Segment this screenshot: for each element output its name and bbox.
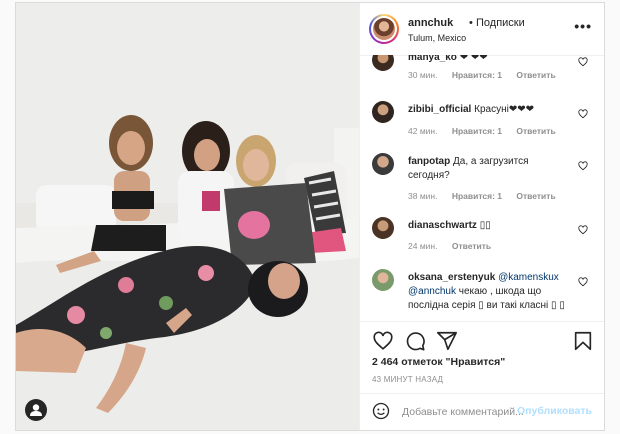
comment-meta: 30 мин. Нравится: 1 Ответить	[408, 70, 568, 80]
comment-item: fanpotap Да, а загрузится сегодня? 38 ми…	[372, 153, 594, 203]
comment-body: fanpotap Да, а загрузится сегодня?	[408, 155, 566, 183]
post-location[interactable]: Tulum, Mexico	[408, 33, 466, 43]
comment-text-tail: ▯	[559, 300, 565, 311]
share-icon[interactable]	[436, 330, 458, 352]
following-button[interactable]: Подписки	[476, 17, 525, 29]
reply-button[interactable]: Ответить	[516, 70, 555, 80]
comment-time: 42 мин.	[408, 126, 438, 136]
like-comment-icon[interactable]	[578, 277, 588, 287]
commenter-username[interactable]: manya_ko	[408, 55, 457, 63]
bookmark-icon[interactable]	[572, 330, 594, 352]
commenter-avatar[interactable]	[372, 55, 394, 71]
comment-item: oksana_erstenyuk @kamenskux @annchuk чек…	[372, 269, 594, 321]
reply-button[interactable]: Ответить	[452, 241, 491, 251]
comment-body: zibibi_official Красуні❤❤❤	[408, 103, 566, 117]
post-time[interactable]: 43 МИНУТ НАЗАД	[372, 375, 443, 384]
comment-likes[interactable]: Нравится: 1	[452, 70, 502, 80]
comment-time: 30 мин.	[408, 70, 438, 80]
comment-body: manya_ko ❤ ❤❤	[408, 55, 566, 65]
user-tag-button[interactable]	[25, 399, 47, 421]
commenter-username[interactable]: oksana_erstenyuk	[408, 272, 495, 283]
photo-illustration	[16, 3, 359, 430]
comments-list[interactable]: manya_ko ❤ ❤❤ 30 мин. Нравится: 1 Ответи…	[360, 55, 604, 321]
header-separator: •	[469, 17, 473, 29]
reply-button[interactable]: Ответить	[516, 126, 555, 136]
comment-item: manya_ko ❤ ❤❤ 30 мин. Нравится: 1 Ответи…	[372, 55, 594, 89]
like-comment-icon[interactable]	[578, 109, 588, 119]
like-comment-icon[interactable]	[578, 225, 588, 235]
commenter-username[interactable]: zibibi_official	[408, 104, 471, 115]
commenter-avatar[interactable]	[372, 101, 394, 123]
emoji-icon[interactable]	[372, 402, 390, 420]
comment-icon[interactable]	[404, 330, 426, 352]
post-side-panel: annchuk • Подписки Tulum, Mexico ••• man…	[359, 3, 604, 430]
comment-mention[interactable]: @annchuk	[408, 286, 456, 297]
user-tag-icon	[30, 404, 42, 416]
post-photo[interactable]	[16, 3, 359, 430]
commenter-username[interactable]: dianaschwartz	[408, 220, 477, 231]
commenter-avatar[interactable]	[372, 153, 394, 175]
publish-button[interactable]: Опубликовать	[517, 405, 592, 417]
comment-meta: 38 мин. Нравится: 1 Ответить	[408, 191, 568, 201]
commenter-username[interactable]: fanpotap	[408, 156, 450, 167]
comment-item: dianaschwartz ▯▯ 24 мин. Ответить	[372, 217, 594, 257]
author-avatar[interactable]	[369, 14, 399, 44]
add-comment-bar: Опубликовать	[360, 393, 604, 430]
more-options-button[interactable]: •••	[574, 18, 592, 34]
author-username[interactable]: annchuk	[408, 17, 453, 29]
post-actions: 2 464 отметок "Нравится" 43 МИНУТ НАЗАД	[360, 321, 604, 402]
comment-meta: 42 мин. Нравится: 1 Ответить	[408, 126, 568, 136]
comment-likes[interactable]: Нравится: 1	[452, 126, 502, 136]
comment-meta: 24 мин. Ответить	[408, 241, 503, 251]
instagram-post: annchuk • Подписки Tulum, Mexico ••• man…	[15, 2, 605, 431]
comment-item: zibibi_official Красуні❤❤❤ 42 мин. Нрави…	[372, 101, 594, 141]
comment-text: Красуні❤❤❤	[474, 104, 534, 115]
likes-count[interactable]: 2 464 отметок "Нравится"	[372, 356, 505, 368]
comment-body: oksana_erstenyuk @kamenskux @annchuk чек…	[408, 271, 566, 313]
post-header: annchuk • Подписки Tulum, Mexico •••	[360, 3, 604, 56]
comment-mention[interactable]: @kamenskux	[498, 272, 559, 283]
comment-time: 38 мин.	[408, 191, 438, 201]
comment-likes[interactable]: Нравится: 1	[452, 191, 502, 201]
commenter-avatar[interactable]	[372, 217, 394, 239]
like-comment-icon[interactable]	[578, 57, 588, 67]
comment-body: dianaschwartz ▯▯	[408, 219, 566, 233]
heart-icon[interactable]	[372, 330, 394, 352]
reply-button[interactable]: Ответить	[516, 191, 555, 201]
comment-text: ❤ ❤❤	[459, 55, 488, 63]
comment-text: ▯▯	[479, 220, 491, 231]
comment-time: 24 мин.	[408, 241, 438, 251]
commenter-avatar[interactable]	[372, 269, 394, 291]
like-comment-icon[interactable]	[578, 161, 588, 171]
